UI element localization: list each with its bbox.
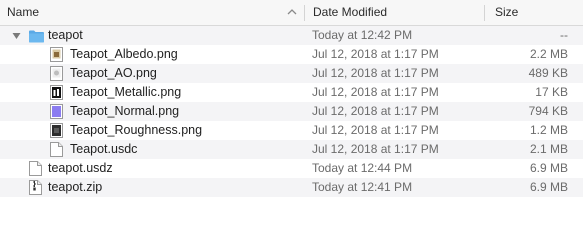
image-albedo-icon xyxy=(50,47,63,62)
row-name: Teapot.usdc xyxy=(70,142,138,156)
row-date: Jul 12, 2018 at 1:17 PM xyxy=(312,123,439,137)
document-icon xyxy=(29,161,42,176)
row-name: Teapot_Albedo.png xyxy=(70,47,178,61)
row-date: Jul 12, 2018 at 1:17 PM xyxy=(312,142,439,156)
row-size: -- xyxy=(560,28,568,42)
row-name: Teapot_Roughness.png xyxy=(70,123,203,137)
file-list: teapot Today at 12:42 PM -- Teapot_Albed… xyxy=(0,26,583,197)
list-row-file[interactable]: Teapot_Roughness.png Jul 12, 2018 at 1:1… xyxy=(0,121,583,140)
row-size: 489 KB xyxy=(528,66,568,80)
row-name: teapot.usdz xyxy=(48,161,113,175)
column-header-name[interactable]: Name xyxy=(7,0,297,25)
row-name: Teapot_Metallic.png xyxy=(70,85,182,99)
list-row-file[interactable]: Teapot_Metallic.png Jul 12, 2018 at 1:17… xyxy=(0,83,583,102)
row-date: Jul 12, 2018 at 1:17 PM xyxy=(312,85,439,99)
row-name: teapot.zip xyxy=(48,180,103,194)
list-row-file[interactable]: teapot.zip Today at 12:41 PM 6.9 MB xyxy=(0,178,583,197)
row-name: Teapot_AO.png xyxy=(70,66,157,80)
sort-ascending-icon[interactable] xyxy=(287,8,297,16)
column-header-date-modified[interactable]: Date Modified xyxy=(313,0,478,25)
row-date: Today at 12:41 PM xyxy=(312,180,413,194)
list-row-file[interactable]: Teapot_Albedo.png Jul 12, 2018 at 1:17 P… xyxy=(0,45,583,64)
row-date: Today at 12:42 PM xyxy=(312,28,413,42)
row-size: 1.2 MB xyxy=(529,123,568,137)
image-metallic-icon xyxy=(50,85,63,100)
disclosure-triangle-expanded-icon[interactable] xyxy=(12,32,21,40)
column-divider[interactable] xyxy=(484,5,485,21)
empty-list-area[interactable] xyxy=(0,198,583,240)
list-row-teapot-folder[interactable]: teapot Today at 12:42 PM -- xyxy=(0,26,583,45)
column-header-size[interactable]: Size xyxy=(495,0,575,25)
row-date: Jul 12, 2018 at 1:17 PM xyxy=(312,104,439,118)
image-ao-icon xyxy=(50,66,63,81)
row-size: 6.9 MB xyxy=(529,180,568,194)
zip-icon xyxy=(29,180,42,195)
row-date: Jul 12, 2018 at 1:17 PM xyxy=(312,47,439,61)
row-size: 2.1 MB xyxy=(529,142,568,156)
list-row-file[interactable]: Teapot_Normal.png Jul 12, 2018 at 1:17 P… xyxy=(0,102,583,121)
image-normal-icon xyxy=(50,104,63,119)
list-row-file[interactable]: Teapot_AO.png Jul 12, 2018 at 1:17 PM 48… xyxy=(0,64,583,83)
row-name: Teapot_Normal.png xyxy=(70,104,180,118)
column-header-bar: Name Date Modified Size xyxy=(0,0,583,26)
row-date: Today at 12:44 PM xyxy=(312,161,413,175)
row-name: teapot xyxy=(48,28,83,42)
row-date: Jul 12, 2018 at 1:17 PM xyxy=(312,66,439,80)
column-divider[interactable] xyxy=(304,5,305,21)
row-size: 17 KB xyxy=(535,85,568,99)
list-row-file[interactable]: Teapot.usdc Jul 12, 2018 at 1:17 PM 2.1 … xyxy=(0,140,583,159)
row-size: 6.9 MB xyxy=(529,161,568,175)
image-roughness-icon xyxy=(50,123,63,138)
folder-icon xyxy=(29,30,44,43)
row-size: 2.2 MB xyxy=(529,47,568,61)
document-icon xyxy=(50,142,63,157)
finder-list-view: Name Date Modified Size teapot Today at … xyxy=(0,0,583,240)
row-size: 794 KB xyxy=(528,104,568,118)
list-row-file[interactable]: teapot.usdz Today at 12:44 PM 6.9 MB xyxy=(0,159,583,178)
